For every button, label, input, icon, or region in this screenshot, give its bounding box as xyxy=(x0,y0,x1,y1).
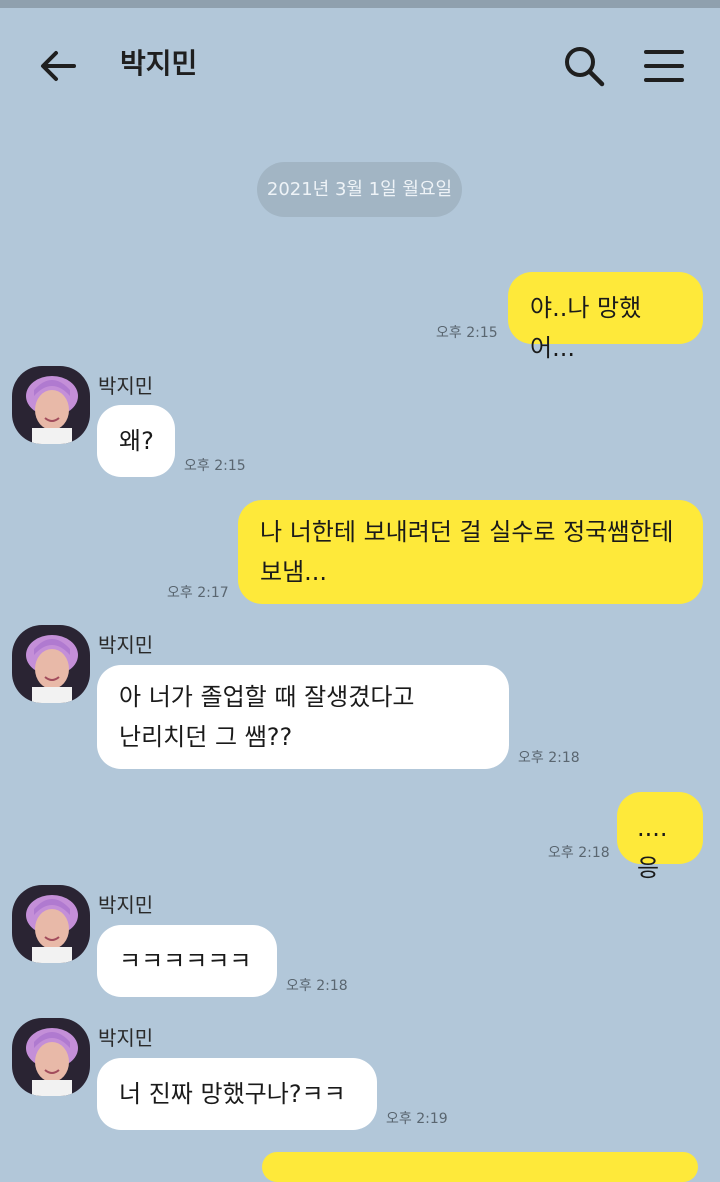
date-divider: 2021년 3월 1일 월요일 xyxy=(257,162,462,217)
message-text: 왜? xyxy=(119,427,154,455)
chat-title: 박지민 xyxy=(120,47,198,80)
message-bubble-theirs[interactable]: 아 너가 졸업할 때 잘생겼다고 난리치던 그 쌤?? xyxy=(97,665,509,769)
hamburger-menu-icon[interactable] xyxy=(642,44,686,88)
message-bubble-theirs[interactable]: 너 진짜 망했구나?ㅋㅋ xyxy=(97,1058,377,1130)
contact-avatar[interactable] xyxy=(12,625,90,703)
message-text: 보냄... xyxy=(260,558,328,586)
message-bubble-mine[interactable]: ....응 xyxy=(617,792,703,882)
contact-avatar[interactable] xyxy=(12,1018,90,1096)
message-time: 오후 2:15 xyxy=(436,325,498,341)
message-text: 아 너가 졸업할 때 잘생겼다고 xyxy=(119,683,415,711)
sender-name: 박지민 xyxy=(98,374,154,398)
message-text: 너 진짜 망했구나?ㅋㅋ xyxy=(119,1080,346,1108)
message-time: 오후 2:15 xyxy=(184,458,246,474)
message-bubble-theirs[interactable]: 왜? xyxy=(97,405,175,477)
message-time: 오후 2:18 xyxy=(286,978,348,994)
message-text: 난리치던 그 쌤?? xyxy=(119,723,293,751)
status-bar xyxy=(0,0,720,8)
sender-name: 박지민 xyxy=(98,1026,154,1050)
chat-header: 박지민 xyxy=(0,8,720,118)
message-text: ㅋㅋㅋㅋㅋㅋ xyxy=(119,947,252,975)
search-icon[interactable] xyxy=(560,42,608,90)
sender-name: 박지민 xyxy=(98,633,154,657)
message-bubble-mine[interactable]: 나 너한테 보내려던 걸 실수로 정국쌤한테 보냄... xyxy=(238,500,703,604)
message-bubble-theirs[interactable]: ㅋㅋㅋㅋㅋㅋ xyxy=(97,925,277,997)
message-bubble-mine[interactable]: 야..나 망했어... xyxy=(508,272,703,362)
message-text: 나 너한테 보내려던 걸 실수로 정국쌤한테 xyxy=(260,518,674,546)
contact-avatar[interactable] xyxy=(12,366,90,444)
message-time: 오후 2:18 xyxy=(518,750,580,766)
message-time: 오후 2:19 xyxy=(386,1111,448,1127)
message-text: ....응 xyxy=(637,814,668,882)
message-bubble-mine-partial[interactable] xyxy=(262,1152,698,1182)
message-time: 오후 2:17 xyxy=(167,585,229,601)
sender-name: 박지민 xyxy=(98,893,154,917)
message-time: 오후 2:18 xyxy=(548,845,610,861)
back-arrow-icon[interactable] xyxy=(36,44,80,88)
message-text: 야..나 망했어... xyxy=(530,294,642,362)
contact-avatar[interactable] xyxy=(12,885,90,963)
